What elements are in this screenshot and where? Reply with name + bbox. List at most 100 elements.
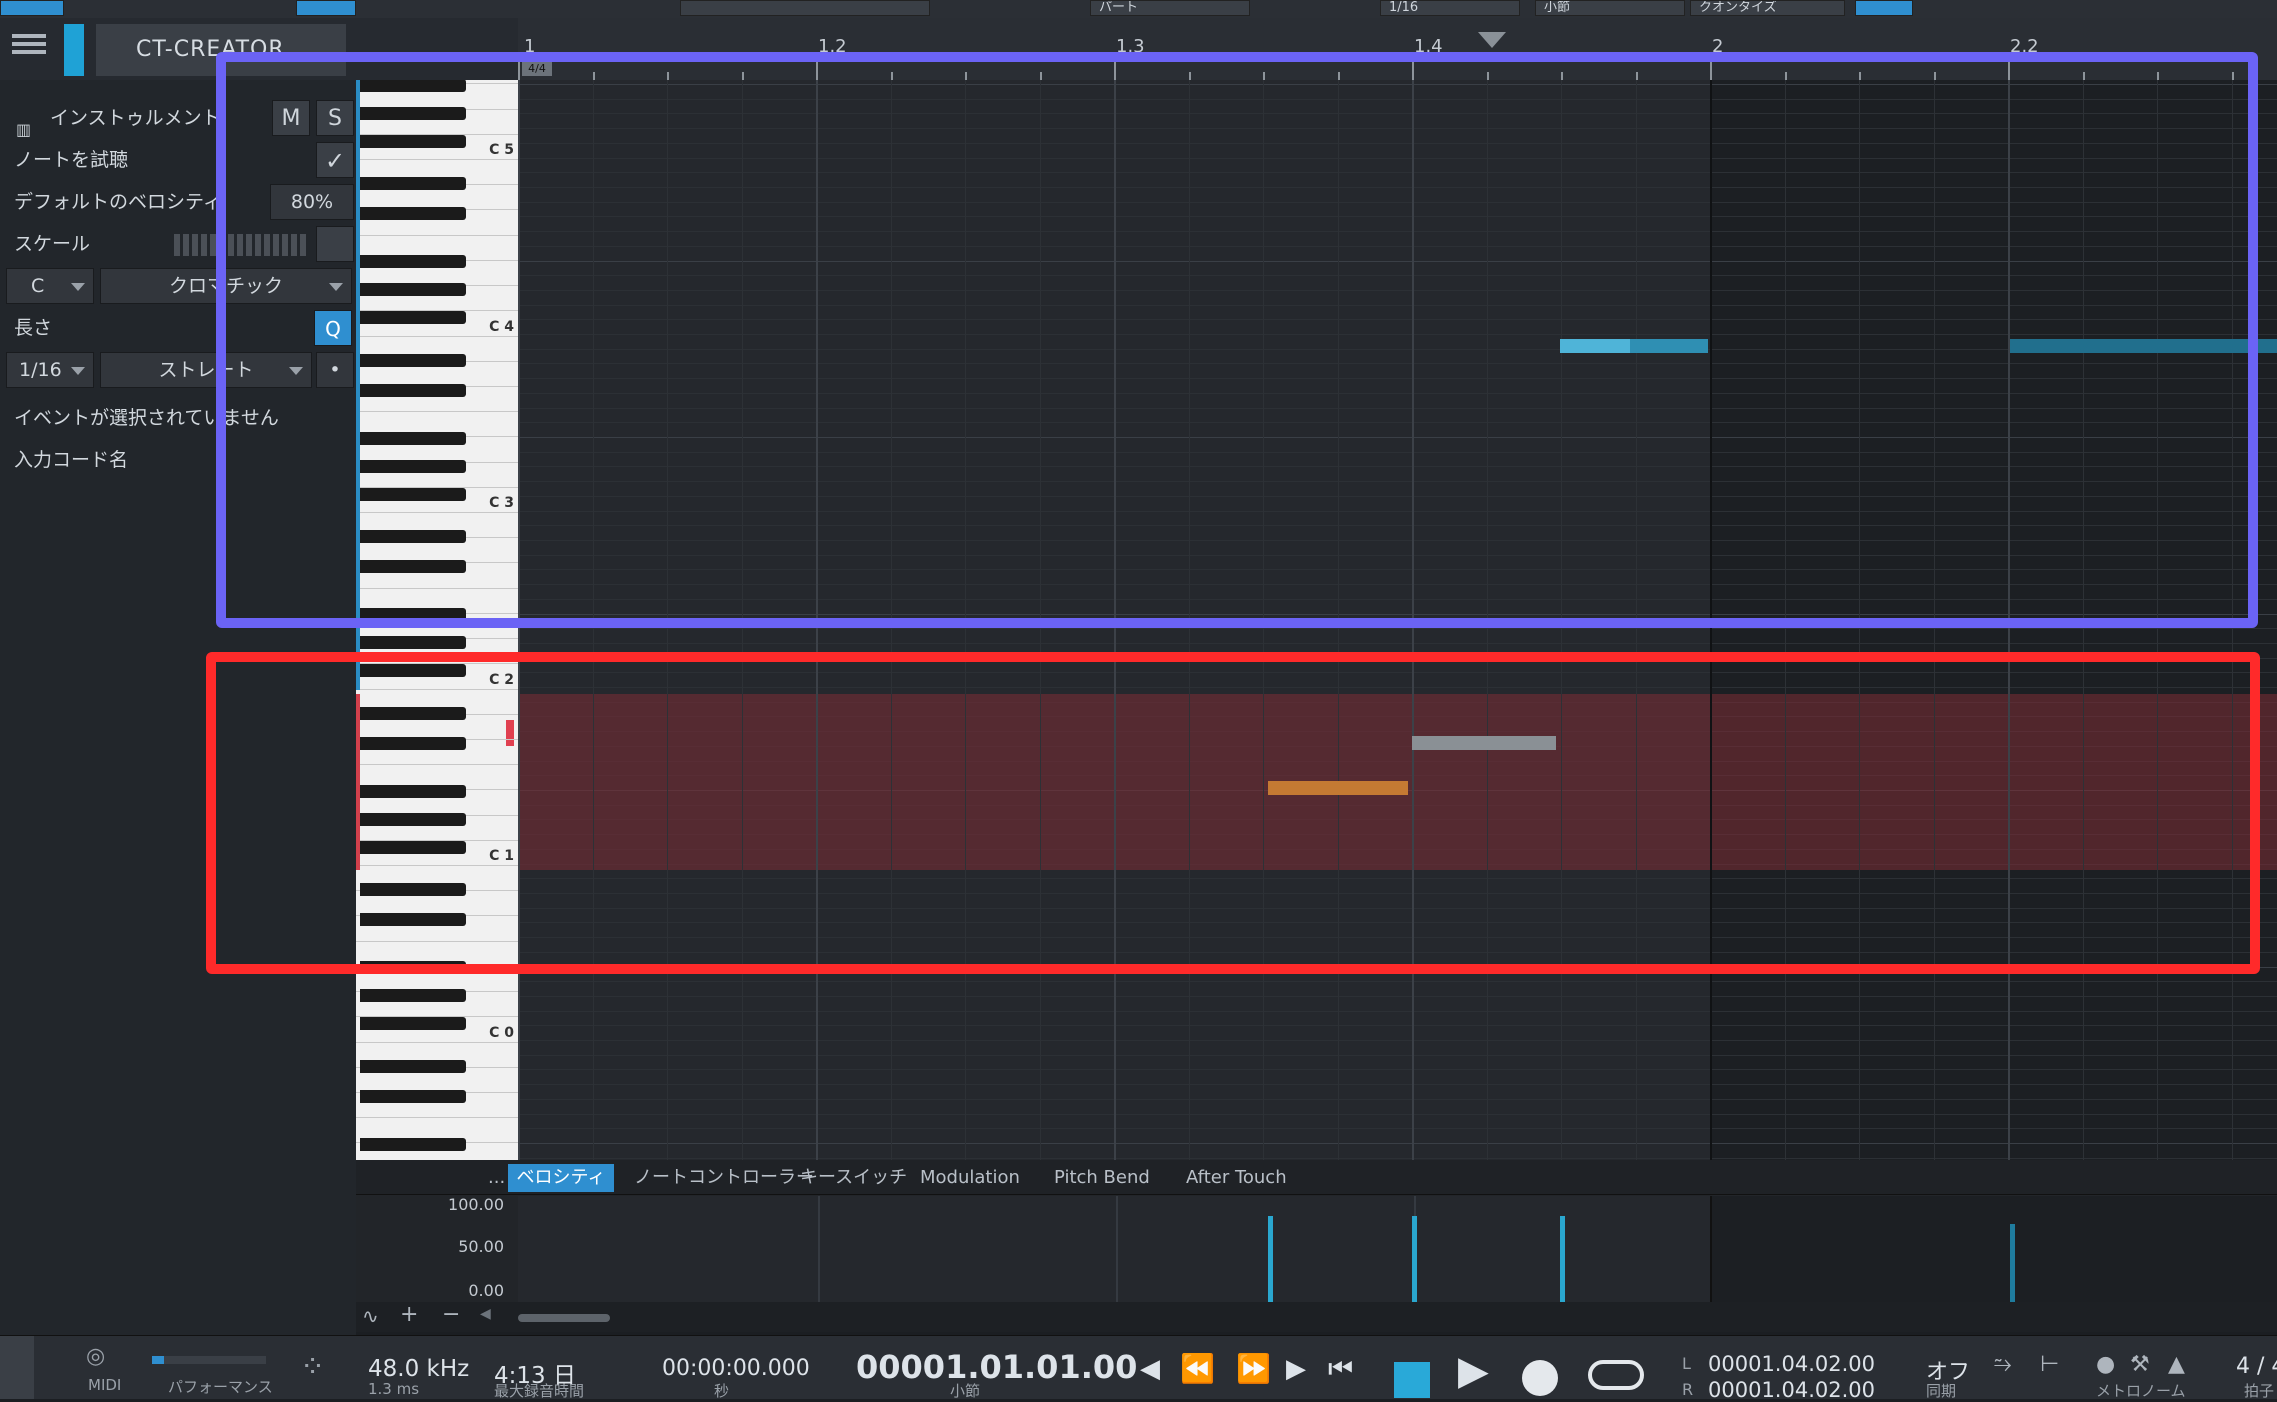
previous-marker-icon[interactable]: ◀ [1140,1354,1160,1384]
rewind-icon[interactable]: ⏪ [1180,1352,1215,1385]
black-key[interactable] [360,883,466,896]
scale-toggle[interactable] [316,226,354,262]
position-display[interactable]: 00001.01.01.00 [856,1348,1137,1386]
black-key[interactable] [360,383,466,397]
pitch-row-line [518,1040,2277,1042]
timebase-select[interactable]: パート [1090,0,1250,16]
add-lane-icon[interactable]: + [400,1302,418,1327]
velocity-bar[interactable] [1268,1216,1273,1302]
black-key[interactable] [360,255,466,268]
black-key[interactable] [360,706,466,720]
next-marker-icon[interactable]: ▶ [1286,1354,1306,1384]
transport-handle[interactable] [0,1336,34,1399]
black-key[interactable] [360,784,466,798]
midi-note[interactable] [1268,781,1408,795]
tab-keyswitch[interactable]: キースイッチ [786,1164,921,1192]
audition-checkbox[interactable]: ✓ [316,142,354,178]
scale-keys-icon[interactable] [174,234,306,256]
black-key[interactable] [360,207,466,220]
black-key[interactable] [360,487,466,501]
solo-button[interactable]: S [316,100,354,136]
black-key[interactable] [360,608,466,621]
fast-forward-icon[interactable]: ⏩ [1236,1352,1271,1385]
quantize-select[interactable]: クオンタイズ [1690,0,1845,16]
scroll-left-icon[interactable]: ◀ [480,1306,491,1322]
black-key[interactable] [360,913,466,926]
loop-right-value[interactable]: 00001.04.02.00 [1708,1378,1875,1402]
black-key[interactable] [360,80,466,92]
scale-type-select[interactable]: クロマチック [100,268,352,304]
snap-select[interactable]: 1/16 [1380,0,1520,16]
horizontal-scrollbar[interactable] [518,1314,610,1322]
black-key[interactable] [360,840,466,854]
timeline-ruler[interactable]: 4/4 1 1.2 1.3 1.4 2 2.2 [518,18,2277,81]
tab-velocity[interactable]: ベロシティ [508,1164,614,1192]
black-key[interactable] [360,989,466,1002]
default-velocity-input[interactable]: 80% [270,184,354,220]
tab-pitch-bend[interactable]: Pitch Bend [1040,1164,1164,1192]
record-button[interactable] [1522,1360,1558,1396]
velocity-bar[interactable] [1560,1216,1565,1302]
black-key[interactable] [360,1137,466,1151]
metronome-dot-icon[interactable]: ● [2096,1352,2115,1377]
tab-modulation[interactable]: Modulation [906,1164,1034,1192]
dotted-length-button[interactable]: • [316,352,354,388]
stop-button[interactable] [1394,1362,1430,1398]
velocity-bar[interactable] [2010,1224,2015,1302]
black-key[interactable] [360,311,466,324]
midi-note[interactable] [2010,339,2277,353]
black-key[interactable] [360,636,466,649]
pitch-row-line [518,245,2277,247]
tab-after-touch[interactable]: After Touch [1172,1164,1301,1192]
black-key[interactable] [360,106,466,120]
black-key[interactable] [360,530,466,543]
black-key[interactable] [360,664,466,677]
black-key[interactable] [360,177,466,190]
time-signature[interactable]: 4 / 4 [2236,1354,2277,1379]
length-value-select[interactable]: 1/16 [6,352,94,388]
mute-button[interactable]: M [272,100,310,136]
piano-keyboard[interactable]: C 5 C 4 C 3 C 2 C 1 C 0 [356,80,518,1160]
scale-root-select[interactable]: C [6,268,94,304]
tool-button[interactable] [0,0,64,16]
black-key[interactable] [360,1059,466,1073]
preroll-icon[interactable]: ⊢ [2040,1352,2059,1377]
track-name[interactable]: CT-CREATOR [96,24,346,76]
black-key[interactable] [360,353,466,367]
tool-button-active[interactable] [296,0,356,16]
black-key[interactable] [360,459,466,473]
loop-left-value[interactable]: 00001.04.02.00 [1708,1352,1875,1376]
piano-roll-grid[interactable] [518,80,2277,1160]
bar-line [1710,1196,1712,1302]
loop-button[interactable] [1588,1360,1644,1390]
metronome-icon[interactable]: ▲ [2168,1352,2185,1377]
black-key[interactable] [360,560,466,573]
black-key[interactable] [360,812,466,826]
chevron-down-icon [329,283,343,291]
black-key[interactable] [360,1017,466,1030]
velocity-plot[interactable] [518,1196,2277,1302]
black-key[interactable] [360,134,466,148]
black-key[interactable] [360,431,466,445]
length-mode-select[interactable]: ストレート [100,352,312,388]
black-key[interactable] [360,736,466,750]
time-seconds[interactable]: 00:00:00.000 [662,1356,810,1381]
black-key[interactable] [360,283,466,296]
black-key[interactable] [360,1089,466,1103]
menu-icon[interactable] [12,30,52,60]
ruler-tick [1710,62,1712,80]
quantize-length-button[interactable]: Q [314,310,352,346]
black-key[interactable] [360,961,466,974]
toolbar-group[interactable] [680,0,930,16]
return-to-zero-icon[interactable]: ⏮ [1328,1352,1353,1386]
precount-icon[interactable]: ⥲ [1994,1352,2012,1377]
play-button[interactable]: ▶ [1458,1348,1489,1394]
snap-mode-select[interactable]: 小節 [1535,0,1685,16]
toolbar-toggle[interactable] [1855,0,1913,16]
line-tool-icon[interactable]: ∿ [362,1304,379,1328]
midi-note[interactable] [1412,736,1556,750]
remove-lane-icon[interactable]: − [442,1302,460,1327]
wrench-icon[interactable]: ⚒ [2130,1352,2150,1377]
playhead-marker[interactable] [1478,32,1506,48]
velocity-bar[interactable] [1412,1216,1417,1302]
